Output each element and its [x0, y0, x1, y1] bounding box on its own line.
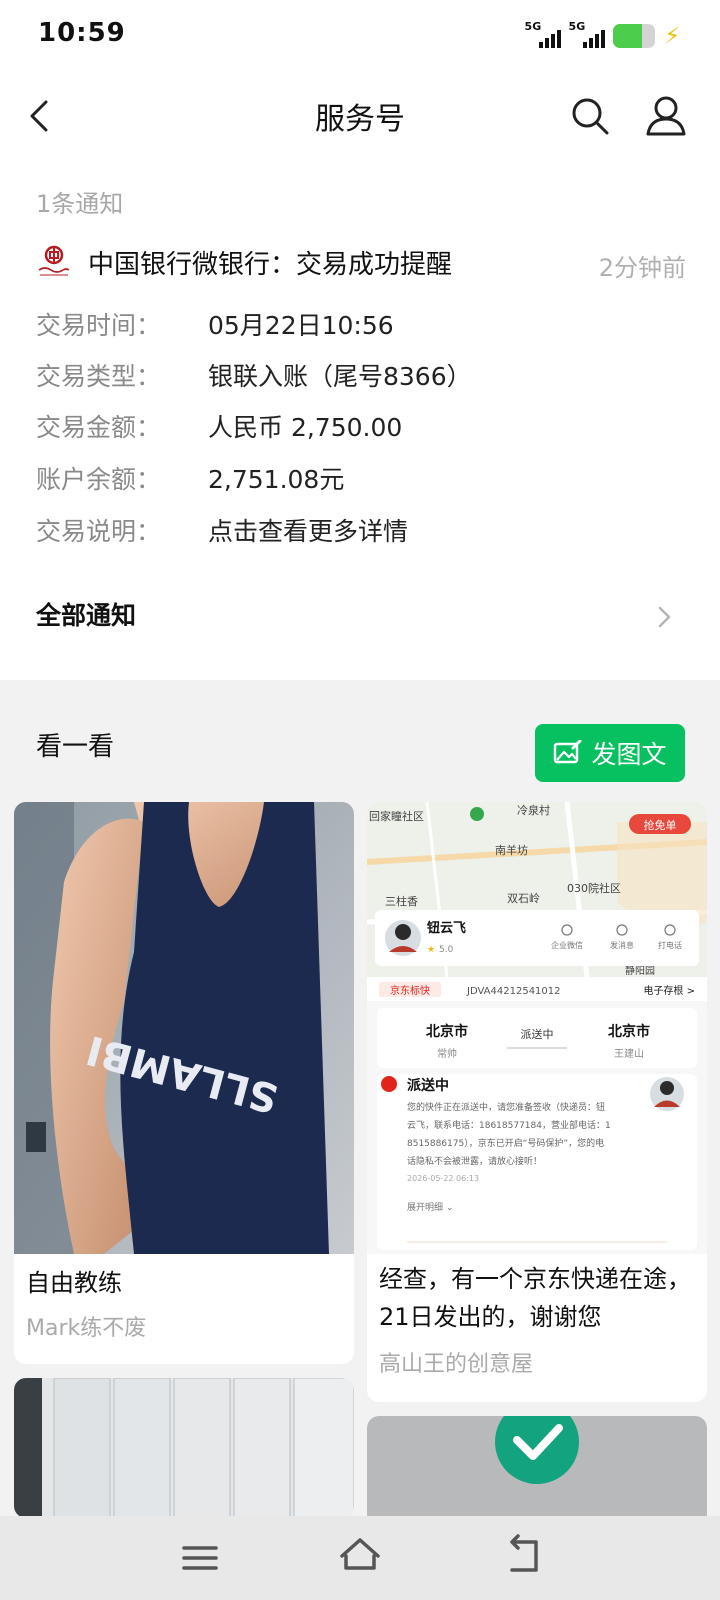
menu-icon[interactable]: [178, 1538, 222, 1578]
status-time: 10:59: [38, 18, 126, 48]
bank-of-china-logo: [38, 245, 70, 276]
article-card[interactable]: [367, 1416, 707, 1526]
svg-text:展开明细 ⌄: 展开明细 ⌄: [407, 1201, 453, 1213]
discover-title: 看一看: [36, 732, 115, 762]
field-value: 05月22日10:56: [208, 311, 394, 340]
svg-text:常帅: 常帅: [437, 1047, 457, 1060]
svg-text:电子存根 >: 电子存根 >: [643, 984, 695, 997]
svg-text:南羊坊: 南羊坊: [495, 843, 528, 857]
svg-text:话隐私不会被泄露，请放心接听！: 话隐私不会被泄露，请放心接听！: [407, 1155, 542, 1167]
field-value: 银联入账（尾号8366）: [208, 362, 472, 391]
nav-bar: 服务号: [0, 72, 720, 160]
svg-text:JDVA44212541012: JDVA44212541012: [466, 986, 561, 997]
service-notifications-panel: 服务号 1条通知 中国银行微银行：交易成功提醒 2分钟前 交易时间： 05月22…: [0, 72, 720, 680]
system-navigation-bar: [0, 1516, 720, 1600]
svg-text:双石岭: 双石岭: [507, 891, 540, 905]
status-icons: 5G 5G ⚡: [525, 20, 680, 50]
transaction-type-row[interactable]: 交易类型： 银联入账（尾号8366）: [36, 357, 676, 397]
all-notifications-link[interactable]: 全部通知: [0, 582, 720, 652]
back-icon[interactable]: [500, 1534, 544, 1578]
svg-text:2026-05-22 06:13: 2026-05-22 06:13: [407, 1174, 479, 1183]
article-title: 自由教练: [26, 1269, 122, 1297]
article-thumbnail: [367, 1416, 707, 1526]
article-card[interactable]: SLLAMBI 自由教练 Mark练不废: [14, 802, 354, 1364]
transaction-time-row[interactable]: 交易时间： 05月22日10:56: [36, 306, 676, 346]
chevron-right-icon: [658, 606, 671, 628]
article-card[interactable]: 回家瞳社区 冷泉村 南羊坊 双石岭 030院社区 三柱香 静阳园 抢免单 钮云飞…: [367, 802, 707, 1402]
image-edit-icon: [554, 740, 582, 764]
article-author: 高山王的创意屋: [379, 1352, 534, 1377]
field-label: 交易金额：: [36, 413, 162, 442]
search-icon[interactable]: [566, 92, 614, 140]
field-label: 交易类型：: [36, 362, 162, 391]
svg-text:企业微信: 企业微信: [551, 940, 583, 950]
battery-icon: [612, 24, 655, 48]
transaction-note-row[interactable]: 交易说明： 点击查看更多详情: [36, 512, 676, 552]
field-label: 交易说明：: [36, 517, 162, 546]
article-thumbnail: SLLAMBI: [14, 802, 354, 1254]
svg-text:北京市: 北京市: [426, 1023, 468, 1040]
article-thumbnail: 回家瞳社区 冷泉村 南羊坊 双石岭 030院社区 三柱香 静阳园 抢免单 钮云飞…: [367, 802, 707, 1254]
account-balance-row[interactable]: 账户余额： 2,751.08元: [36, 460, 676, 500]
svg-text:派送中: 派送中: [521, 1027, 554, 1041]
signal-icon: 5G: [569, 20, 605, 50]
svg-text:抢免单: 抢免单: [644, 818, 677, 832]
svg-text:冷泉村: 冷泉村: [517, 803, 550, 817]
svg-text:钮云飞: 钮云飞: [426, 920, 466, 936]
svg-text:5.0: 5.0: [439, 945, 454, 955]
lightning-bolt-icon: ⚡: [664, 24, 680, 49]
notification-count: 1条通知: [36, 190, 124, 218]
all-notifications-label: 全部通知: [36, 601, 137, 630]
svg-text:三柱香: 三柱香: [385, 894, 418, 908]
article-title: 经查，有一个京东快递在途，21日发出的，谢谢您: [379, 1265, 691, 1331]
svg-text:云飞，联系电话：18618577184，营业部电话：1: 云飞，联系电话：18618577184，营业部电话：1: [407, 1119, 611, 1131]
field-value: 人民币 2,750.00: [208, 413, 403, 442]
transaction-amount-row[interactable]: 交易金额： 人民币 2,750.00: [36, 408, 676, 448]
field-label: 交易时间：: [36, 311, 162, 340]
field-value: 2,751.08元: [208, 465, 345, 494]
svg-text:派送中: 派送中: [407, 1077, 449, 1094]
field-value: 点击查看更多详情: [208, 517, 409, 546]
person-icon[interactable]: [642, 92, 690, 140]
svg-text:王建山: 王建山: [614, 1047, 644, 1060]
post-image-text-button[interactable]: 发图文: [535, 724, 685, 782]
svg-text:030院社区: 030院社区: [567, 881, 621, 895]
svg-text:北京市: 北京市: [608, 1023, 650, 1040]
status-bar: 10:59 5G 5G ⚡: [0, 0, 720, 72]
svg-text:★: ★: [427, 945, 435, 955]
notification-time: 2分钟前: [598, 254, 686, 282]
svg-text:回家瞳社区: 回家瞳社区: [369, 809, 424, 823]
svg-text:发消息: 发消息: [610, 940, 634, 950]
article-card[interactable]: [14, 1378, 354, 1518]
svg-text:8515886175），京东已开启“号码保护”，您的电: 8515886175），京东已开启“号码保护”，您的电: [407, 1137, 604, 1149]
post-button-label: 发图文: [591, 740, 667, 769]
home-icon[interactable]: [338, 1534, 382, 1578]
svg-text:打电话: 打电话: [658, 940, 682, 950]
field-label: 账户余额：: [36, 465, 162, 494]
article-author: Mark练不废: [26, 1316, 147, 1341]
article-thumbnail: [14, 1378, 354, 1518]
svg-text:您的快件正在派送中，请您准备签收（快递员：钮: 您的快件正在派送中，请您准备签收（快递员：钮: [407, 1101, 605, 1113]
signal-icon: 5G: [525, 20, 561, 50]
discover-header: 看一看 发图文: [0, 700, 720, 790]
notification-header[interactable]: 中国银行微银行：交易成功提醒 2分钟前: [36, 242, 686, 282]
svg-text:京东标快: 京东标快: [390, 984, 430, 997]
notification-title: 中国银行微银行：交易成功提醒: [88, 250, 453, 280]
